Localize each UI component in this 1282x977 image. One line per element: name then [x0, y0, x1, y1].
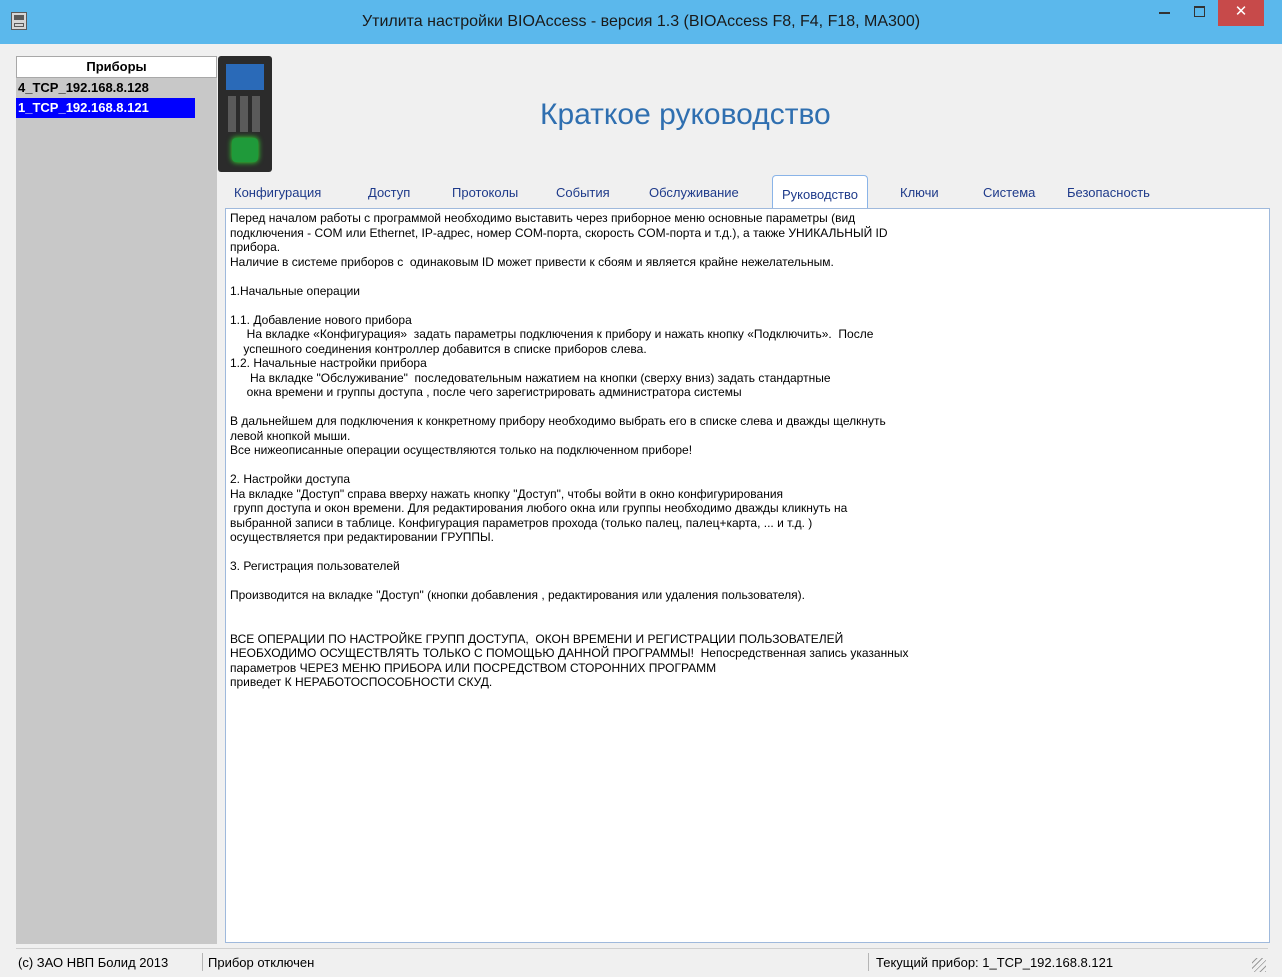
- close-icon: ✕: [1234, 3, 1248, 20]
- guide-line: В дальнейшем для подключения к конкретно…: [230, 414, 886, 428]
- tab-keys[interactable]: Ключи: [900, 185, 939, 200]
- guide-line: 1.1. Добавление нового прибора: [230, 312, 412, 327]
- status-copyright: (с) ЗАО НВП Болид 2013: [18, 955, 169, 970]
- minimize-button[interactable]: [1148, 0, 1182, 26]
- guide-line: 1.2. Начальные настройки прибора: [230, 356, 427, 370]
- guide-text: Перед началом работы с программой необхо…: [230, 211, 1263, 690]
- guide-line: Все нижеописанные операции осуществляютс…: [230, 443, 693, 457]
- device-keypad: [228, 96, 262, 132]
- fingerprint-sensor: [232, 138, 258, 162]
- guide-line: [230, 603, 1263, 618]
- guide-line: выбранной записи в таблице. Конфигурация…: [230, 515, 813, 530]
- tab-protocols[interactable]: Протоколы: [452, 185, 518, 200]
- guide-line: [230, 269, 1263, 284]
- guide-line: параметров ЧЕРЕЗ МЕНЮ ПРИБОРА ИЛИ ПОСРЕД…: [230, 660, 717, 675]
- page-title: Краткое руководство: [540, 98, 831, 131]
- guide-text-area[interactable]: Перед началом работы с программой необхо…: [225, 208, 1270, 943]
- guide-line: успешного соединения контроллер добавитс…: [230, 341, 647, 356]
- device-screen: [226, 64, 264, 90]
- guide-line: окна времени и группы доступа , после че…: [230, 385, 742, 399]
- guide-line: На вкладке "Доступ" справа вверху нажать…: [230, 486, 784, 501]
- tab-strip: Конфигурация Доступ Протоколы События Об…: [225, 175, 1275, 211]
- guide-line: ВСЕ ОПЕРАЦИИ ПО НАСТРОЙКЕ ГРУПП ДОСТУПА,…: [230, 631, 844, 646]
- guide-line: [230, 574, 1263, 589]
- tab-access[interactable]: Доступ: [368, 185, 410, 200]
- guide-line: [230, 298, 1263, 313]
- guide-line: 3. Регистрация пользователей: [230, 559, 400, 573]
- tab-configuration[interactable]: Конфигурация: [234, 185, 321, 200]
- resize-grip[interactable]: [1252, 958, 1266, 972]
- guide-line: На вкладке «Конфигурация» задать парамет…: [230, 327, 874, 341]
- status-connection: Прибор отключен: [208, 955, 315, 970]
- device-image: [218, 56, 272, 172]
- guide-line: На вкладке "Обслуживание" последовательн…: [230, 370, 831, 385]
- guide-line: 1.Начальные операции: [230, 283, 360, 298]
- status-current-device: Текущий прибор: 1_TCP_192.168.8.121: [876, 955, 1114, 970]
- device-list: Приборы 4_TCP_192.168.8.128 1_TCP_192.16…: [16, 56, 217, 944]
- tab-maintenance[interactable]: Обслуживание: [649, 185, 739, 200]
- status-bar: (с) ЗАО НВП Болид 2013 Прибор отключен Т…: [16, 948, 1268, 977]
- guide-line: приведет К НЕРАБОТОСПОСОБНОСТИ СКУД.: [230, 675, 493, 689]
- guide-line: осуществляется при редактировании ГРУППЫ…: [230, 530, 494, 544]
- tab-guide[interactable]: Руководство: [772, 175, 868, 210]
- guide-line: подключения - COM или Ethernet, IP-адрес…: [230, 225, 888, 240]
- status-divider: [868, 953, 869, 971]
- maximize-button[interactable]: [1182, 0, 1216, 26]
- guide-line: 2. Настройки доступа: [230, 472, 350, 486]
- tab-events[interactable]: События: [556, 185, 610, 200]
- device-item-selected[interactable]: 1_TCP_192.168.8.121: [16, 98, 195, 118]
- guide-line: НЕОБХОДИМО ОСУЩЕСТВЛЯТЬ ТОЛЬКО С ПОМОЩЬЮ…: [230, 646, 909, 660]
- guide-line: [230, 545, 1263, 560]
- guide-line: Производится на вкладке "Доступ" (кнопки…: [230, 588, 805, 602]
- guide-line: Перед началом работы с программой необхо…: [230, 211, 856, 225]
- tab-security[interactable]: Безопасность: [1067, 185, 1150, 200]
- guide-line: [230, 617, 1263, 632]
- window-title: Утилита настройки BIOAccess - версия 1.3…: [361, 13, 921, 30]
- guide-line: прибора.: [230, 240, 281, 254]
- tab-system[interactable]: Система: [983, 185, 1035, 200]
- device-item[interactable]: 4_TCP_192.168.8.128: [16, 78, 217, 98]
- minimize-icon: [1159, 12, 1170, 14]
- guide-line: Наличие в системе приборов с одинаковым …: [230, 254, 834, 269]
- guide-line: [230, 458, 1263, 473]
- status-divider: [202, 953, 203, 971]
- close-button[interactable]: ✕: [1218, 0, 1264, 26]
- guide-line: групп доступа и окон времени. Для редакт…: [230, 501, 848, 515]
- guide-line: левой кнопкой мыши.: [230, 428, 351, 443]
- guide-line: [230, 400, 1263, 415]
- title-bar: Утилита настройки BIOAccess - версия 1.3…: [0, 0, 1282, 44]
- maximize-icon: [1194, 6, 1205, 17]
- device-list-header[interactable]: Приборы: [16, 56, 217, 78]
